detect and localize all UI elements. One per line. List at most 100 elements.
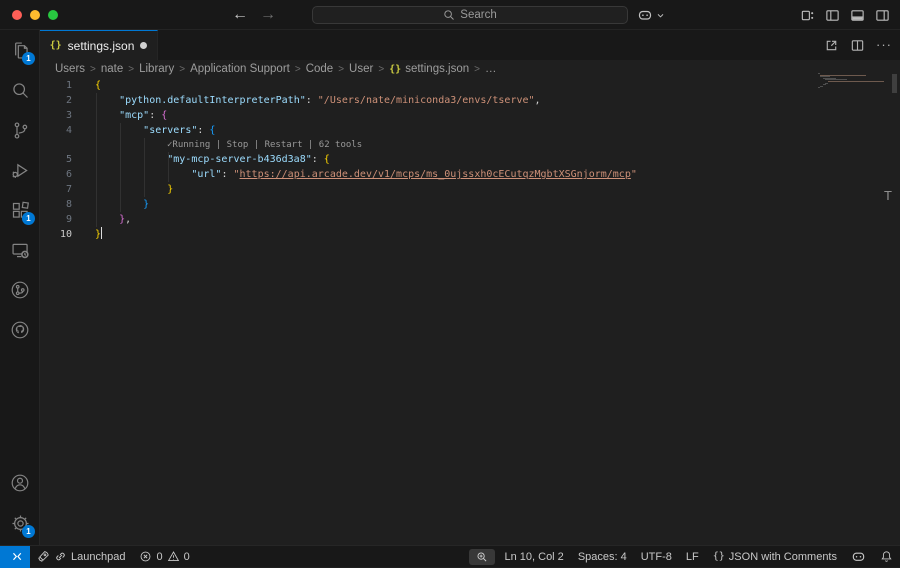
activity-bar: 1 1 xyxy=(0,30,40,545)
codelens-action[interactable]: Restart xyxy=(265,140,303,150)
code-text: } xyxy=(95,227,102,242)
bell-icon xyxy=(880,550,893,563)
link-icon xyxy=(54,550,67,563)
code-line[interactable]: 10} xyxy=(40,227,900,242)
toggle-primary-sidebar-icon[interactable] xyxy=(825,8,840,23)
breadcrumb-separator-icon: > xyxy=(128,64,134,75)
breadcrumb-separator-icon: > xyxy=(338,64,344,75)
line-number: 5 xyxy=(40,152,72,167)
eol-status[interactable]: LF xyxy=(679,546,706,568)
sidebar-item-run-debug[interactable] xyxy=(0,150,40,190)
more-actions-icon[interactable]: ··· xyxy=(876,40,892,50)
indentation-status[interactable]: Spaces: 4 xyxy=(571,546,634,568)
settings-gear-button[interactable]: 1 xyxy=(0,503,40,543)
code-text: "python.defaultInterpreterPath": "/Users… xyxy=(95,93,541,108)
tab-label: settings.json xyxy=(68,39,135,53)
breadcrumb-item[interactable]: Application Support xyxy=(190,63,290,75)
tab-bar: {} settings.json ··· xyxy=(40,30,900,60)
breadcrumb: Users > nate > Library > Application Support > C… xyxy=(55,60,496,78)
scrollbar-thumb[interactable] xyxy=(892,74,897,93)
copilot-status-item[interactable] xyxy=(844,546,873,568)
error-icon xyxy=(139,550,152,563)
split-editor-icon[interactable] xyxy=(850,38,865,53)
sidebar-item-source-control[interactable] xyxy=(0,110,40,150)
breadcrumb-item[interactable]: Code xyxy=(306,63,334,75)
remote-indicator-button[interactable] xyxy=(0,546,30,568)
line-number: 3 xyxy=(40,108,72,123)
minimap[interactable] xyxy=(818,73,888,89)
window-close-button[interactable] xyxy=(12,10,22,20)
tab-settings-json[interactable]: {} settings.json xyxy=(40,30,158,60)
language-mode-status[interactable]: {} JSON with Comments xyxy=(706,546,844,568)
code-text: "url": "https://api.arcade.dev/v1/mcps/m… xyxy=(95,167,637,182)
breadcrumb-separator-icon: > xyxy=(295,64,301,75)
encoding-status[interactable]: UTF-8 xyxy=(634,546,679,568)
zoom-status-item[interactable] xyxy=(469,549,495,565)
code-line[interactable]: 3 "mcp": { xyxy=(40,108,900,123)
notifications-bell-item[interactable] xyxy=(873,546,900,568)
code-line[interactable]: 4 "servers": { xyxy=(40,123,900,138)
code-line[interactable]: 9 }, xyxy=(40,212,900,227)
code-line[interactable]: 7 } xyxy=(40,182,900,197)
code-text: } xyxy=(95,197,149,212)
breadcrumb-item[interactable]: User xyxy=(349,63,373,75)
modified-indicator-dot[interactable] xyxy=(140,42,147,49)
title-bar: ← → Search xyxy=(0,0,900,30)
codelens: ✓Running | Stop | Restart | 62 tools xyxy=(40,138,900,152)
toggle-panel-icon[interactable] xyxy=(850,8,865,23)
command-center-search[interactable]: Search xyxy=(312,6,628,24)
run-debug-icon xyxy=(10,160,31,181)
window-zoom-button[interactable] xyxy=(48,10,58,20)
accounts-button[interactable] xyxy=(0,463,40,503)
code-line[interactable]: 8 } xyxy=(40,197,900,212)
codelens-action[interactable]: 62 tools xyxy=(319,140,362,150)
breadcrumb-overflow[interactable]: … xyxy=(485,63,497,75)
launchpad-status-item[interactable]: Launchpad xyxy=(30,546,132,568)
cursor-position-status[interactable]: Ln 10, Col 2 xyxy=(497,546,570,568)
codelens-separator: | xyxy=(303,140,319,150)
eol-label: LF xyxy=(686,551,699,563)
code-line[interactable]: 6 "url": "https://api.arcade.dev/v1/mcps… xyxy=(40,167,900,182)
search-icon xyxy=(10,80,31,101)
sidebar-item-extensions[interactable]: 1 xyxy=(0,190,40,230)
text-cursor xyxy=(101,227,102,239)
error-count: 0 xyxy=(156,551,162,563)
sidebar-item-gitlens[interactable] xyxy=(0,270,40,310)
breadcrumb-item[interactable]: Users xyxy=(55,63,85,75)
open-settings-ui-icon[interactable] xyxy=(824,38,839,53)
codelens-action[interactable]: ✓Running xyxy=(167,140,210,150)
breadcrumb-item-file[interactable]: {}settings.json xyxy=(389,63,469,75)
sidebar-item-github[interactable] xyxy=(0,310,40,350)
navigate-back-button[interactable]: ← xyxy=(232,6,248,24)
breadcrumb-item[interactable]: Library xyxy=(139,63,174,75)
problems-status-item[interactable]: 0 0 xyxy=(132,546,196,568)
source-control-icon xyxy=(10,120,31,141)
explorer-badge: 1 xyxy=(22,52,35,65)
window-minimize-button[interactable] xyxy=(30,10,40,20)
breadcrumb-separator-icon: > xyxy=(179,64,185,75)
sidebar-item-remote-explorer[interactable] xyxy=(0,230,40,270)
code-line[interactable]: 5 "my-mcp-server-b436d3a8": { xyxy=(40,152,900,167)
remote-explorer-icon xyxy=(10,240,31,261)
breadcrumb-separator-icon: > xyxy=(90,64,96,75)
code-text: "my-mcp-server-b436d3a8": { xyxy=(95,152,330,167)
code-line[interactable]: 1{ xyxy=(40,78,900,93)
navigate-forward-button[interactable]: → xyxy=(260,6,276,24)
indent-guide xyxy=(144,138,145,197)
copilot-menu-button[interactable] xyxy=(637,0,665,30)
indent-guide xyxy=(96,93,97,227)
toggle-secondary-sidebar-icon[interactable] xyxy=(875,8,890,23)
code-line[interactable]: 2 "python.defaultInterpreterPath": "/Use… xyxy=(40,93,900,108)
indent-guide xyxy=(120,123,121,212)
overview-ruler-marker: T xyxy=(884,188,892,203)
sidebar-item-explorer[interactable]: 1 xyxy=(0,30,40,70)
breadcrumb-item[interactable]: nate xyxy=(101,63,123,75)
settings-badge: 1 xyxy=(22,525,35,538)
customize-layout-icon[interactable] xyxy=(800,8,815,23)
gitlens-icon xyxy=(9,279,31,301)
copilot-icon xyxy=(851,549,866,564)
sidebar-item-search[interactable] xyxy=(0,70,40,110)
codelens-action[interactable]: Stop xyxy=(227,140,249,150)
json-file-icon: {} xyxy=(50,40,62,51)
editor[interactable]: 1{2 "python.defaultInterpreterPath": "/U… xyxy=(40,78,900,545)
